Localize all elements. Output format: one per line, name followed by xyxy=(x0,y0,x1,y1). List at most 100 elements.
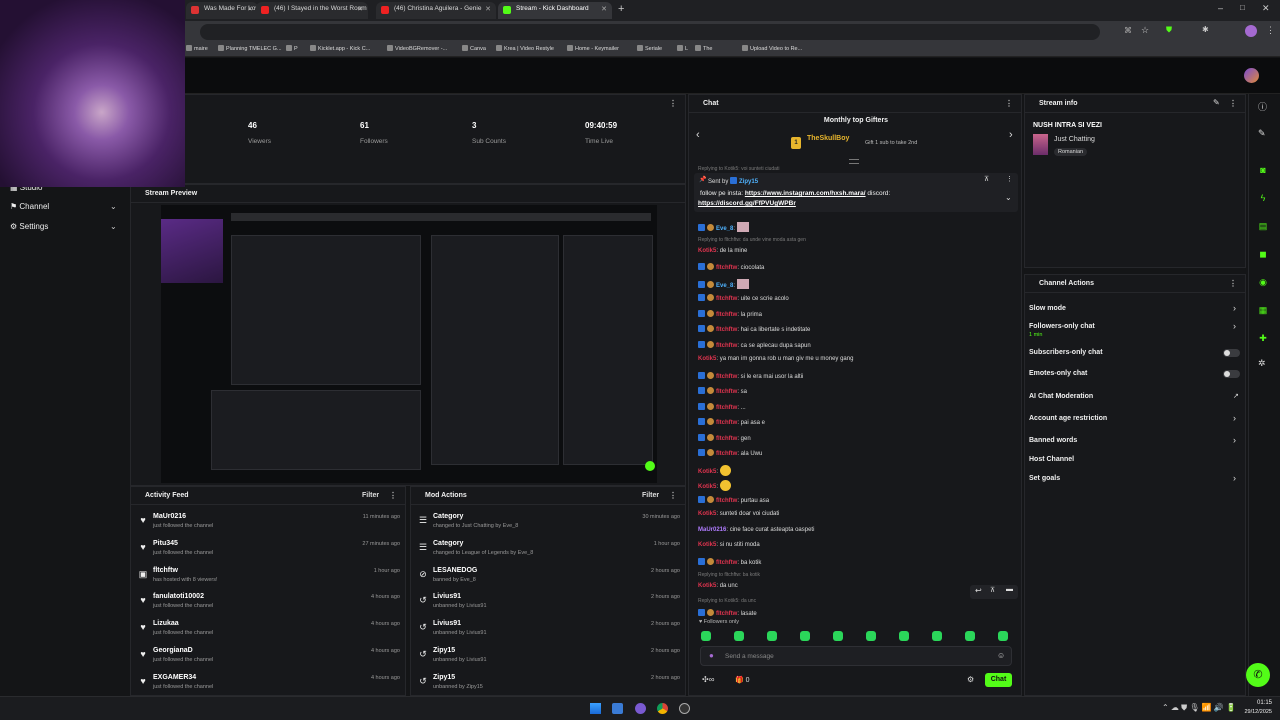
chat-username[interactable]: fltchftw xyxy=(716,420,737,426)
feed-name[interactable]: Livius91 xyxy=(433,593,461,600)
pin-message-icon[interactable]: ⊼ xyxy=(990,586,995,594)
quick-emote-icon[interactable] xyxy=(701,631,711,641)
activity-more-icon[interactable]: ⋮ xyxy=(389,491,397,500)
rail-chat-icon[interactable]: ◼ xyxy=(1255,246,1271,262)
quick-emote-icon[interactable] xyxy=(767,631,777,641)
new-tab-button[interactable]: + xyxy=(618,3,624,15)
chat-message[interactable]: Kotik5: xyxy=(698,480,731,491)
quick-emote-icon[interactable] xyxy=(998,631,1008,641)
feed-name[interactable]: Zipy15 xyxy=(433,674,455,681)
feed-name[interactable]: LESANEDOG xyxy=(433,567,477,574)
unpin-icon[interactable]: ⊼ xyxy=(984,175,989,183)
extensions-icon[interactable]: ✱ xyxy=(1202,25,1209,34)
bookmark-item[interactable]: L xyxy=(677,45,688,52)
bookmark-item[interactable]: The xyxy=(695,45,712,52)
rail-card-icon[interactable]: ▤ xyxy=(1255,218,1271,234)
chat-username[interactable]: MaUr0216 xyxy=(698,527,726,533)
mod-filter-button[interactable]: Filter xyxy=(642,492,659,499)
channel-action-label[interactable]: AI Chat Moderation xyxy=(1029,393,1093,400)
browser-tab[interactable]: (46) Christina Aguilera - Genie ✕ xyxy=(376,2,496,19)
pinned-message[interactable]: 📌 Sent by Zipy15 follow pe insta: https:… xyxy=(694,173,1018,212)
app-icon[interactable] xyxy=(635,703,646,714)
chat-settings-icon[interactable]: ⚙ xyxy=(967,675,974,684)
chat-username[interactable]: Kotik5 xyxy=(698,356,716,362)
chat-message[interactable]: fltchftw: si le era mai usor la altii xyxy=(698,371,803,380)
chat-username[interactable]: fltchftw xyxy=(716,498,737,504)
feed-row[interactable]: ♥ fanulatoti10002 just followed the channe… xyxy=(138,593,400,620)
rail-apps-icon[interactable]: ✲ xyxy=(1258,358,1266,369)
bookmark-item[interactable]: Upload Video to Re... xyxy=(742,45,802,52)
stream-category[interactable]: Just Chatting xyxy=(1054,136,1095,143)
feed-name[interactable]: fanulatoti10002 xyxy=(153,593,204,600)
reply-icon[interactable]: ↩ xyxy=(975,586,982,595)
toggle-switch[interactable] xyxy=(1223,370,1240,378)
chat-username[interactable]: fltchftw xyxy=(716,436,737,442)
chat-message[interactable]: Kotik5: ya man im gonna rob u man giv me… xyxy=(698,356,853,362)
chat-username[interactable]: fltchftw xyxy=(716,451,737,457)
chevron-right-icon[interactable]: › xyxy=(1009,129,1013,141)
chat-username[interactable]: fltchftw xyxy=(716,611,737,617)
bookmark-item[interactable]: P xyxy=(286,45,298,52)
channel-action-label[interactable]: Slow mode xyxy=(1029,305,1066,312)
toggle-switch[interactable] xyxy=(1223,349,1240,357)
feed-row[interactable]: ☰ Category changed to League of Legends by… xyxy=(418,540,680,567)
quick-emote-icon[interactable] xyxy=(800,631,810,641)
support-chat-icon[interactable]: ✆ xyxy=(1246,663,1270,687)
quick-emote-icon[interactable] xyxy=(965,631,975,641)
quick-emote-icon[interactable] xyxy=(932,631,942,641)
info-icon[interactable]: ⓘ xyxy=(1258,100,1267,113)
minimize-icon[interactable]: – xyxy=(1218,3,1223,13)
feed-name[interactable]: MaUr0216 xyxy=(153,513,186,520)
chat-message[interactable]: Eve_8: xyxy=(698,278,749,289)
channel-action-label[interactable]: Set goals xyxy=(1029,475,1060,482)
close-icon[interactable]: ✕ xyxy=(357,5,363,13)
feed-row[interactable]: ▣ fltchftw has hosted with 8 viewers! 1 hou… xyxy=(138,567,400,594)
delete-icon[interactable]: ▬ xyxy=(1006,586,1013,593)
chat-username[interactable]: Kotik5 xyxy=(698,484,716,490)
feed-row[interactable]: ↺ Zipy15 unbanned by Livius91 2 hours ago xyxy=(418,647,680,674)
channel-action-label[interactable]: Account age restriction xyxy=(1029,415,1107,422)
chat-username[interactable]: Kotik5 xyxy=(698,248,716,254)
bookmark-item[interactable]: Canva xyxy=(462,45,486,52)
close-icon[interactable]: ✕ xyxy=(247,5,253,13)
chat-message[interactable]: fltchftw: gen xyxy=(698,433,751,442)
pinned-link-discord[interactable]: https://discord.gg/FfPVUgWPBr xyxy=(698,200,796,207)
chevron-down-icon[interactable]: ⌄ xyxy=(1005,193,1012,202)
translate-icon[interactable]: ⌘ xyxy=(1124,26,1132,35)
quick-emote-icon[interactable] xyxy=(899,631,909,641)
extension-shield-icon[interactable]: ⛊ xyxy=(1166,25,1172,35)
chat-username[interactable]: fltchftw xyxy=(716,560,737,566)
chat-message[interactable]: fltchftw: ba kotik xyxy=(698,557,761,566)
quick-emote-icon[interactable] xyxy=(833,631,843,641)
chat-username[interactable]: Eve_8 xyxy=(716,226,733,232)
rail-broadcast-icon[interactable]: ◉ xyxy=(1255,274,1271,290)
emoji-icon[interactable]: ☺ xyxy=(997,651,1005,660)
video-preview[interactable] xyxy=(161,205,657,483)
top-gifter-name[interactable]: TheSkullBoy xyxy=(807,135,849,142)
chat-message[interactable]: fltchftw: ala Uwu xyxy=(698,449,762,457)
browser-tab[interactable]: Was Made For Lovi ✕ xyxy=(186,2,258,19)
feed-row[interactable]: ⊘ LESANEDOG banned by Eve_8 2 hours ago xyxy=(418,567,680,594)
bookmark-item[interactable]: Kicklet.app - Kick C... xyxy=(310,45,370,52)
pinned-link-instagram[interactable]: https://www.instagram.com/hxsh.mara/ xyxy=(745,190,866,197)
feed-name[interactable]: Livius91 xyxy=(433,620,461,627)
feed-name[interactable]: EXGAMER34 xyxy=(153,674,196,681)
close-icon[interactable]: ✕ xyxy=(601,5,607,13)
chat-message[interactable]: MaUr0216: cine face curat asteapta oaspe… xyxy=(698,527,814,533)
chat-username[interactable]: Kotik5 xyxy=(698,511,716,517)
stream-info-more-icon[interactable]: ⋮ xyxy=(1229,99,1237,108)
rail-camera-icon[interactable]: ◙ xyxy=(1255,162,1271,178)
chat-username[interactable]: Kotik5 xyxy=(698,583,716,589)
chat-message[interactable]: fltchftw: ... xyxy=(698,402,746,411)
chevron-left-icon[interactable]: ‹ xyxy=(696,129,700,141)
sidebar-item-settings[interactable]: ⚙ Settings ⌄ xyxy=(10,222,117,231)
chat-message[interactable]: fltchftw: purtau asa xyxy=(698,495,769,504)
quick-emote-icon[interactable] xyxy=(866,631,876,641)
bookmark-item[interactable]: Krea | Video Restyle xyxy=(496,45,554,52)
chat-username[interactable]: fltchftw xyxy=(716,405,737,411)
edit-icon[interactable]: ✎ xyxy=(1213,98,1220,107)
chat-username[interactable]: fltchftw xyxy=(716,265,737,271)
chat-username[interactable]: Kotik5 xyxy=(698,542,716,548)
start-icon[interactable] xyxy=(590,703,601,714)
chat-message[interactable]: fltchftw: sa xyxy=(698,387,747,395)
